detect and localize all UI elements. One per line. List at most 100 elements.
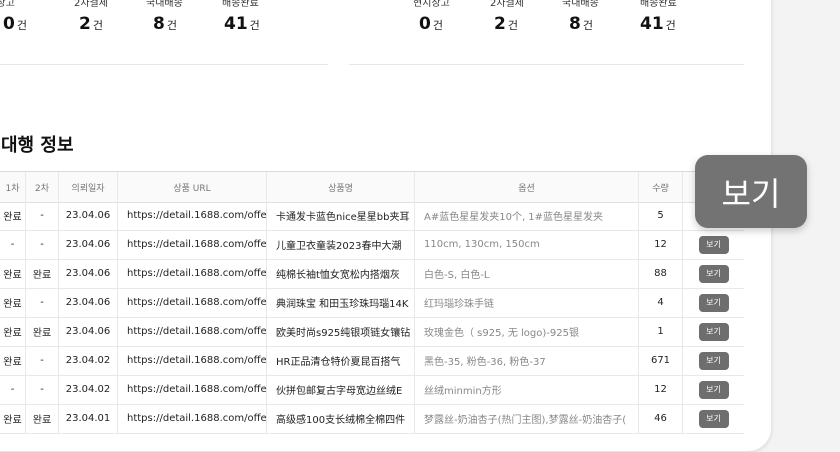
view-button[interactable]: 보기: [698, 380, 729, 399]
stat-label: 국내배송: [146, 0, 183, 9]
table-row: 완료 -23.04.06 https://detail.1688.com/offer…: [0, 288, 744, 318]
column-header: 1차: [0, 172, 26, 202]
view-button[interactable]: 보기: [698, 409, 729, 428]
first-status-cell: -: [0, 375, 26, 404]
product-url-cell[interactable]: https://detail.1688.com/offer/: [118, 317, 267, 346]
second-status-cell: -: [26, 375, 59, 404]
stat-count: 0: [3, 14, 15, 34]
product-url-cell[interactable]: https://detail.1688.com/offer/: [118, 259, 267, 288]
stat-label: 현지창고: [413, 0, 450, 9]
stat-label: 2차결제: [490, 0, 524, 9]
request-date-cell: 23.04.02: [59, 346, 118, 375]
request-date-cell: 23.04.02: [59, 375, 118, 404]
column-header: 상품 URL: [118, 172, 267, 202]
action-cell: 보기: [683, 346, 744, 375]
table-row: 완료 완료 23.04.06 https://detail.1688.com/offe…: [0, 317, 744, 347]
stat-unit: 건: [249, 19, 260, 32]
second-status-cell: -: [26, 346, 59, 375]
first-status-cell: 완료: [0, 346, 26, 375]
first-status-cell: -: [0, 230, 26, 259]
table-header-row: 1차 2차 의뢰일자 상품 URL 상품명 옵션 수량: [0, 171, 744, 203]
second-status-cell: 완료: [26, 404, 59, 433]
second-status-cell: 완료: [26, 259, 59, 288]
stats-divider-left: [0, 64, 328, 65]
product-name-cell: 纯棉长袖t恤女宽松内搭烟灰: [267, 259, 415, 288]
stat-label: 현지창고: [0, 0, 15, 9]
view-button[interactable]: 보기: [698, 264, 729, 283]
product-name-cell: 伙拼包邮复古字母宽边丝绒E: [267, 375, 415, 404]
stat-count: 8: [153, 14, 165, 34]
stat-label: 국내배송: [562, 0, 599, 9]
action-cell: 보기: [683, 317, 744, 346]
action-cell: 보기: [683, 404, 744, 433]
product-url-cell[interactable]: https://detail.1688.com/offer/: [118, 346, 267, 375]
product-name-cell: 欧美时尚s925纯银项链女镶钻: [267, 317, 415, 346]
view-button[interactable]: 보기: [698, 235, 729, 254]
option-cell: 红玛瑙珍珠手链: [415, 288, 639, 317]
quantity-cell: 671: [639, 346, 683, 375]
action-cell: 보기: [683, 230, 744, 259]
product-url-cell[interactable]: https://detail.1688.com/offer/: [118, 201, 267, 230]
table-row: 완료 완료 23.04.06 https://detail.1688.com/offe…: [0, 259, 744, 289]
stat-unit: 건: [16, 19, 27, 32]
product-name-cell: 儿童卫衣童装2023春中大潮: [267, 230, 415, 259]
stat-count: 2: [494, 14, 506, 34]
second-status-cell: -: [26, 230, 59, 259]
quantity-cell: 88: [639, 259, 683, 288]
stat-value: 41 건: [640, 14, 676, 34]
option-cell: 梦露丝-奶油杏子(热门主图),梦露丝-奶油杏子(: [415, 404, 639, 433]
stat-value: 2건: [494, 14, 518, 34]
option-cell: 玫瑰金色（ s925, 无 logo)-925银: [415, 317, 639, 346]
stat-label: 배송완료: [640, 0, 677, 9]
stat-label: 2차결제: [74, 0, 108, 9]
stat-value: 8건: [153, 14, 177, 34]
stat-unit: 건: [507, 19, 518, 32]
stat-value: 41 건: [224, 14, 260, 34]
request-date-cell: 23.04.06: [59, 259, 118, 288]
stats-divider-right: [349, 64, 744, 65]
product-name-cell: 典润珠宝 和田玉珍珠玛瑙14K: [267, 288, 415, 317]
stat-unit: 건: [665, 19, 676, 32]
product-url-cell[interactable]: https://detail.1688.com/offer/: [118, 404, 267, 433]
column-header: 수량: [639, 172, 683, 202]
view-button[interactable]: 보기: [698, 351, 729, 370]
quantity-cell: 4: [639, 288, 683, 317]
quantity-cell: 5: [639, 201, 683, 230]
action-cell: 보기: [683, 259, 744, 288]
product-url-cell[interactable]: https://detail.1688.com/offer/: [118, 230, 267, 259]
column-header: 의뢰일자: [59, 172, 118, 202]
stat-label: 배송완료: [222, 0, 259, 9]
stat-value: 8건: [569, 14, 593, 34]
table-row: - -23.04.06 https://detail.1688.com/offer/…: [0, 230, 744, 260]
stat-unit: 건: [166, 19, 177, 32]
column-header: 상품명: [267, 172, 415, 202]
quantity-cell: 46: [639, 404, 683, 433]
stat-count: 0: [419, 14, 431, 34]
request-date-cell: 23.04.06: [59, 317, 118, 346]
option-cell: 黑色-35, 粉色-36, 粉色-37: [415, 346, 639, 375]
stat-unit: 건: [582, 19, 593, 32]
product-name-cell: 卡通发卡蓝色nice星星bb夹耳: [267, 201, 415, 230]
product-url-cell[interactable]: https://detail.1688.com/offer/: [118, 288, 267, 317]
stat-count: 8: [569, 14, 581, 34]
option-cell: A#蓝色星星发夹10个, 1#蓝色星星发夹: [415, 201, 639, 230]
stat-value: 0건: [3, 14, 27, 34]
stat-count: 41: [224, 14, 248, 34]
action-cell: 보기: [683, 375, 744, 404]
column-header: 2차: [26, 172, 59, 202]
first-status-cell: 완료: [0, 404, 26, 433]
quantity-cell: 12: [639, 230, 683, 259]
first-status-cell: 완료: [0, 288, 26, 317]
request-date-cell: 23.04.06: [59, 201, 118, 230]
second-status-cell: -: [26, 288, 59, 317]
request-date-cell: 23.04.06: [59, 288, 118, 317]
view-button[interactable]: 보기: [698, 322, 729, 341]
table-row: 완료 -23.04.06 https://detail.1688.com/offer…: [0, 201, 744, 231]
option-cell: 白色-S, 白色-L: [415, 259, 639, 288]
action-cell: 보기: [683, 288, 744, 317]
view-button[interactable]: 보기: [698, 293, 729, 312]
first-status-cell: 완료: [0, 317, 26, 346]
second-status-cell: -: [26, 201, 59, 230]
request-date-cell: 23.04.01: [59, 404, 118, 433]
product-url-cell[interactable]: https://detail.1688.com/offer/: [118, 375, 267, 404]
